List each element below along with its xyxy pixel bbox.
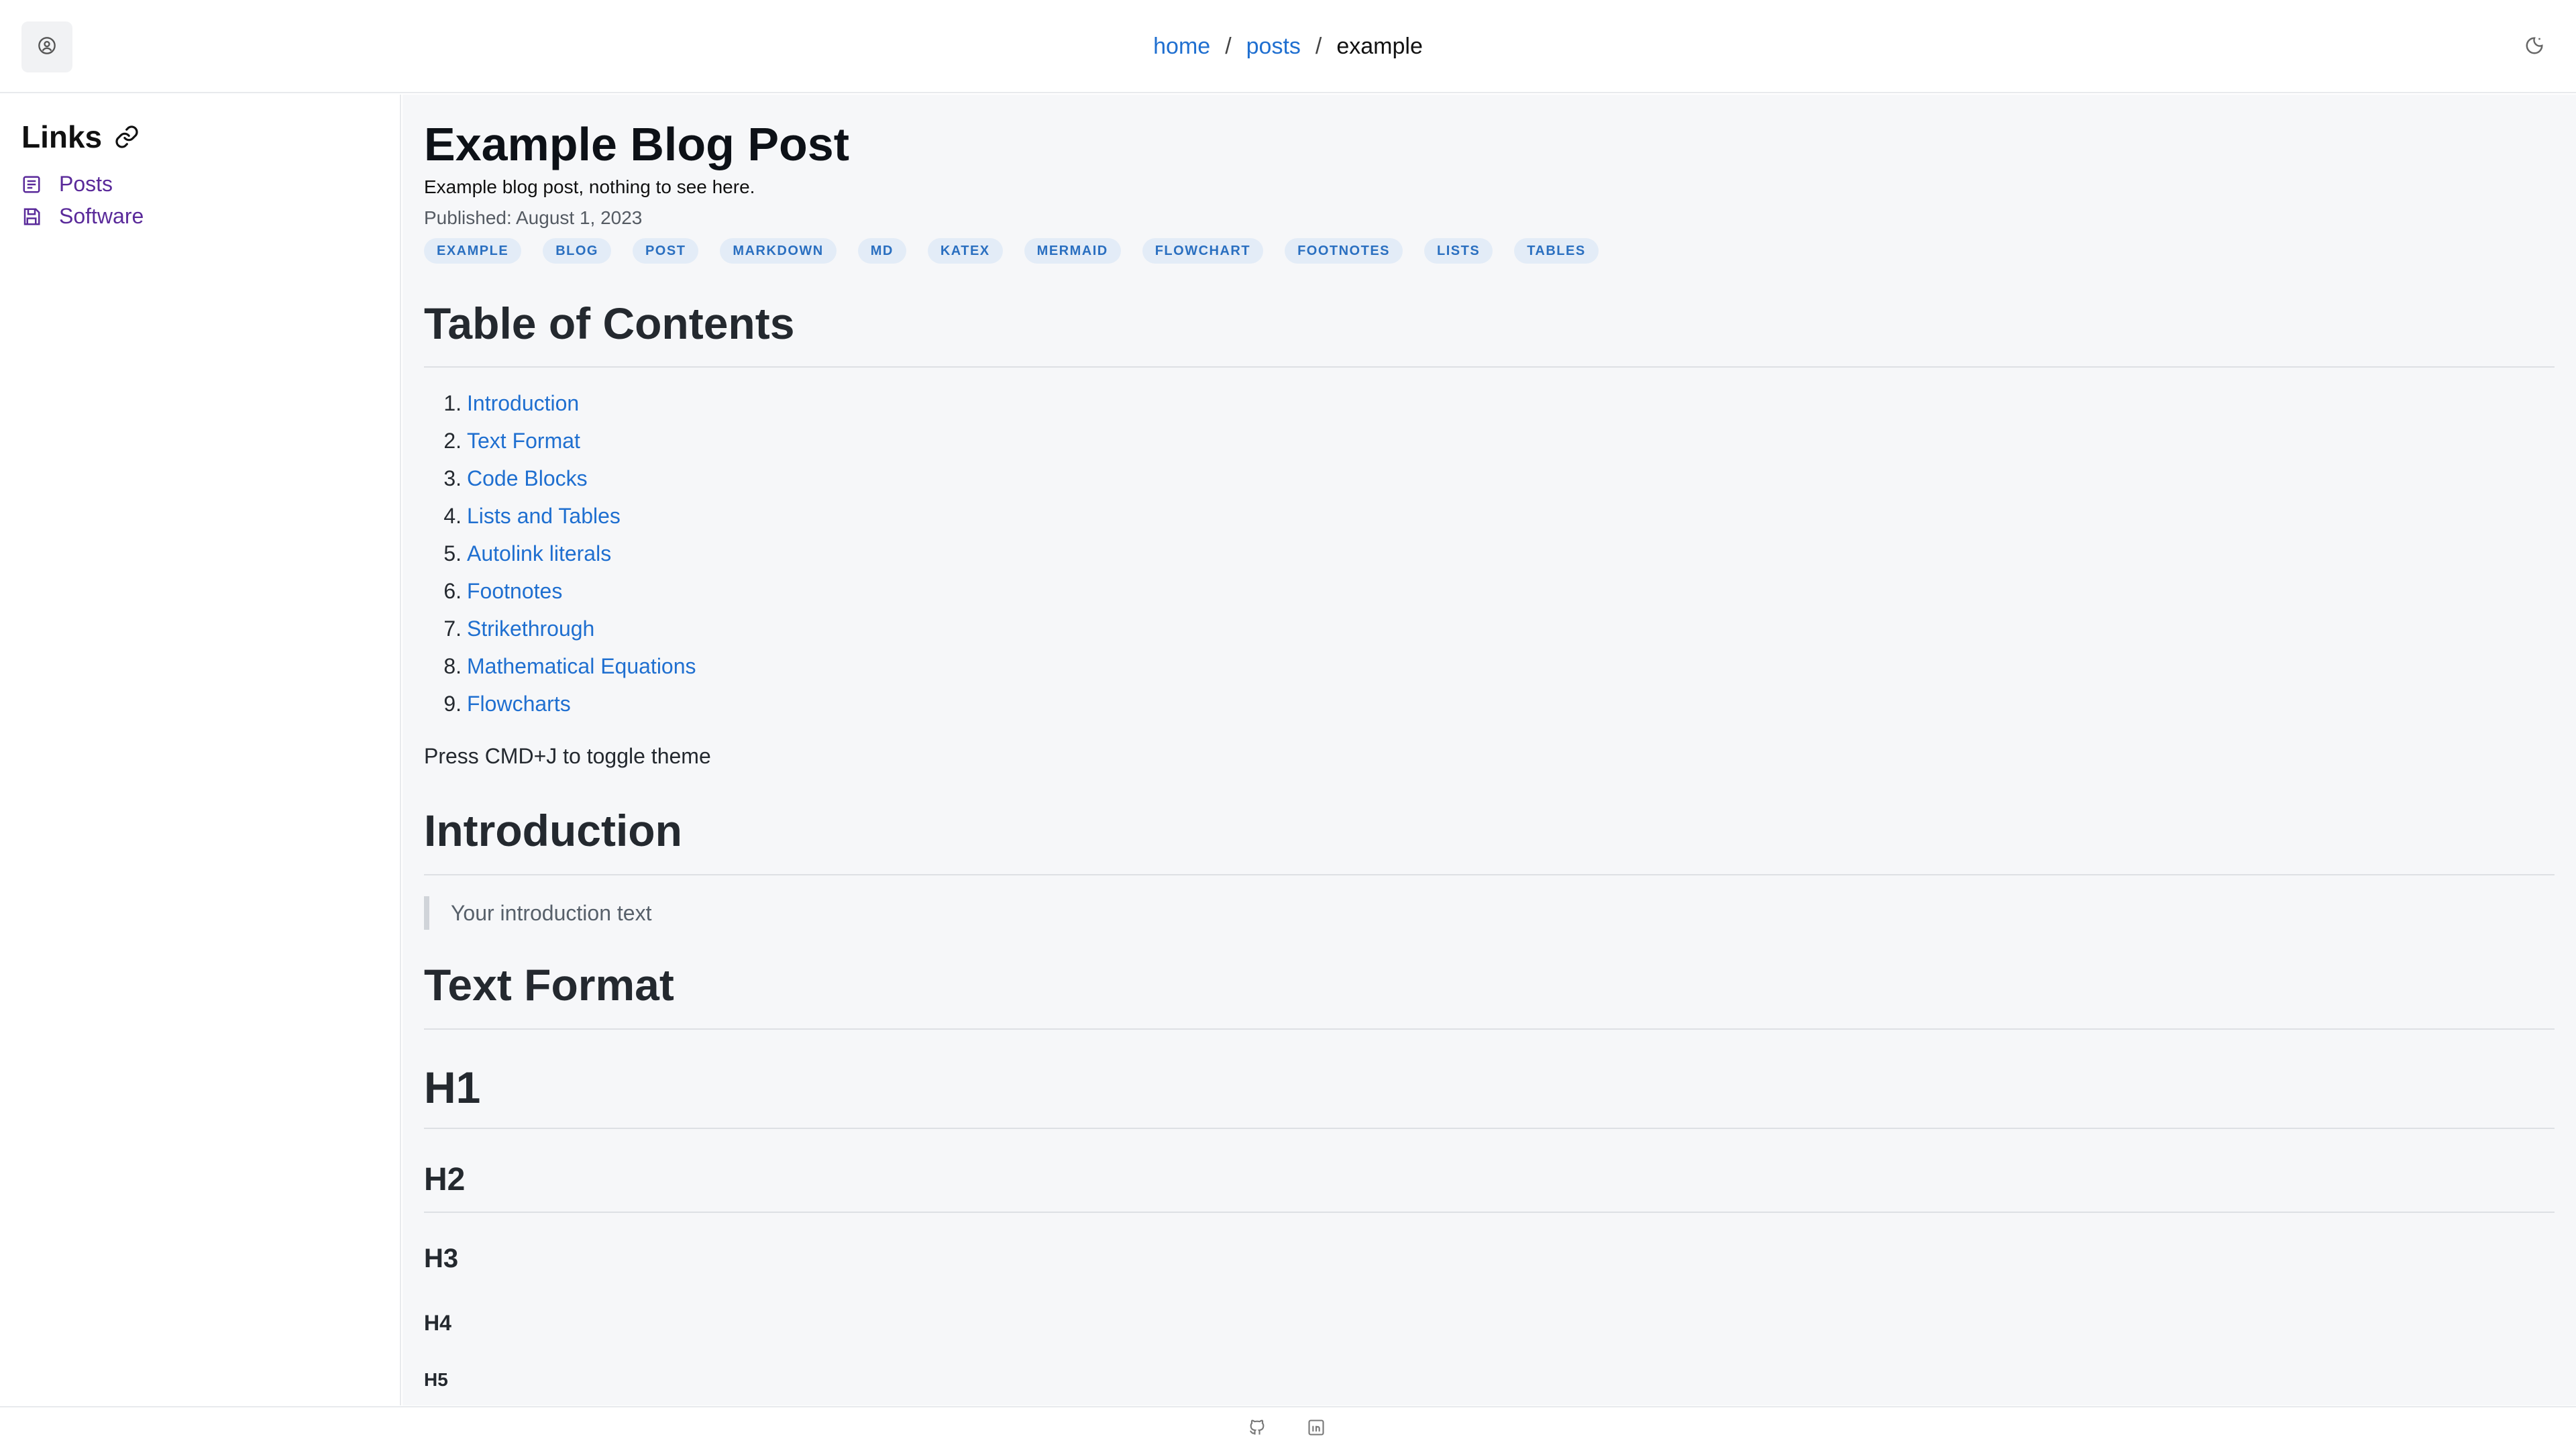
breadcrumb-separator: / bbox=[1315, 34, 1322, 59]
toc-number: 3. bbox=[443, 466, 462, 490]
toc-number: 5. bbox=[443, 541, 462, 566]
sidebar-item-label: Posts bbox=[59, 172, 113, 196]
tag[interactable]: LISTS bbox=[1424, 238, 1493, 264]
footer bbox=[0, 1406, 2576, 1449]
toc-link-footnotes[interactable]: Footnotes bbox=[467, 579, 562, 604]
blockquote: Your introduction text bbox=[424, 896, 651, 930]
list-item: 1. Introduction bbox=[424, 384, 696, 422]
text-format-heading: Text Format bbox=[424, 960, 674, 1010]
toc-link-code-blocks[interactable]: Code Blocks bbox=[467, 466, 588, 491]
toc-link-mathematical-equations[interactable]: Mathematical Equations bbox=[467, 654, 696, 679]
toc-link-flowcharts[interactable]: Flowcharts bbox=[467, 692, 571, 716]
sidebar-item-posts[interactable]: Posts bbox=[21, 172, 113, 197]
list-item: 5. Autolink literals bbox=[424, 535, 696, 572]
github-icon bbox=[1248, 1418, 1267, 1440]
toc-link-text-format[interactable]: Text Format bbox=[467, 429, 580, 453]
introduction-heading: Introduction bbox=[424, 806, 682, 855]
sample-h3: H3 bbox=[424, 1244, 459, 1273]
profile-button[interactable] bbox=[21, 21, 72, 72]
list-item: 3. Code Blocks bbox=[424, 460, 696, 497]
heading-divider bbox=[424, 366, 2555, 368]
heading-divider bbox=[424, 1128, 2555, 1129]
tag[interactable]: MD bbox=[857, 238, 906, 264]
blockquote-text: Your introduction text bbox=[451, 900, 652, 925]
toc-number: 6. bbox=[443, 578, 462, 603]
sample-h1: H1 bbox=[424, 1063, 481, 1112]
breadcrumb-home-link[interactable]: home bbox=[1153, 34, 1210, 60]
linkedin-icon bbox=[1307, 1418, 1326, 1440]
sample-h5: H5 bbox=[424, 1369, 448, 1390]
toc-number: 9. bbox=[443, 691, 462, 716]
list-item: 8. Mathematical Equations bbox=[424, 647, 696, 685]
toc-link-introduction[interactable]: Introduction bbox=[467, 391, 579, 416]
toc-heading: Table of Contents bbox=[424, 299, 795, 348]
heading-divider bbox=[424, 1028, 2555, 1030]
moon-icon bbox=[2524, 36, 2544, 59]
note-icon bbox=[21, 174, 42, 195]
post-description: Example blog post, nothing to see here. bbox=[424, 176, 755, 197]
sidebar-title-label: Links bbox=[21, 119, 103, 154]
tag[interactable]: FLOWCHART bbox=[1142, 238, 1264, 264]
list-item: 2. Text Format bbox=[424, 422, 696, 460]
sidebar-item-label: Software bbox=[59, 204, 144, 228]
toc-link-autolink-literals[interactable]: Autolink literals bbox=[467, 541, 611, 566]
sample-h2: H2 bbox=[424, 1162, 466, 1197]
sidebar: Links Posts Software bbox=[0, 95, 401, 1405]
top-header: home / posts / example bbox=[0, 0, 2576, 93]
list-item: 9. Flowcharts bbox=[424, 685, 696, 722]
tag[interactable]: POST bbox=[632, 238, 699, 264]
tag[interactable]: KATEX bbox=[927, 238, 1003, 264]
breadcrumb-separator: / bbox=[1225, 34, 1232, 59]
toc-number: 8. bbox=[443, 653, 462, 678]
tag[interactable]: MERMAID bbox=[1024, 238, 1121, 264]
main-content: Example Blog Post Example blog post, not… bbox=[402, 95, 2576, 1405]
github-link[interactable] bbox=[1246, 1418, 1268, 1440]
tag[interactable]: EXAMPLE bbox=[424, 238, 522, 264]
breadcrumb-current: example bbox=[1336, 34, 1423, 59]
heading-divider bbox=[424, 874, 2555, 875]
toc-number: 4. bbox=[443, 503, 462, 528]
save-icon bbox=[21, 207, 42, 227]
tag[interactable]: BLOG bbox=[543, 238, 611, 264]
toc-number: 2. bbox=[443, 428, 462, 453]
post-title: Example Blog Post bbox=[424, 118, 850, 170]
user-circle-icon bbox=[38, 36, 56, 58]
sidebar-title: Links bbox=[21, 119, 140, 155]
theme-toggle-button[interactable] bbox=[2520, 32, 2549, 62]
post-published-date: Published: August 1, 2023 bbox=[424, 207, 643, 228]
tag[interactable]: TABLES bbox=[1514, 238, 1599, 264]
sample-h4: H4 bbox=[424, 1311, 451, 1335]
toc-number: 1. bbox=[443, 390, 462, 415]
breadcrumb-posts-link[interactable]: posts bbox=[1246, 34, 1301, 60]
table-of-contents: 1. Introduction 2. Text Format 3. Code Bloc… bbox=[424, 384, 696, 722]
list-item: 6. Footnotes bbox=[424, 572, 696, 610]
theme-hint-text: Press CMD+J to toggle theme bbox=[424, 744, 711, 768]
toc-number: 7. bbox=[443, 616, 462, 641]
tag[interactable]: FOOTNOTES bbox=[1285, 238, 1403, 264]
list-item: 4. Lists and Tables bbox=[424, 497, 696, 535]
list-item: 7. Strikethrough bbox=[424, 610, 696, 647]
link-icon bbox=[114, 124, 140, 150]
sidebar-item-software[interactable]: Software bbox=[21, 204, 144, 229]
breadcrumb: home / posts / example bbox=[0, 0, 2576, 93]
toc-link-lists-and-tables[interactable]: Lists and Tables bbox=[467, 504, 621, 529]
linkedin-link[interactable] bbox=[1305, 1418, 1327, 1440]
tag-list: EXAMPLE BLOG POST MARKDOWN MD KATEX MERM… bbox=[424, 238, 1599, 264]
heading-divider bbox=[424, 1212, 2555, 1213]
tag[interactable]: MARKDOWN bbox=[720, 238, 837, 264]
toc-link-strikethrough[interactable]: Strikethrough bbox=[467, 616, 594, 641]
